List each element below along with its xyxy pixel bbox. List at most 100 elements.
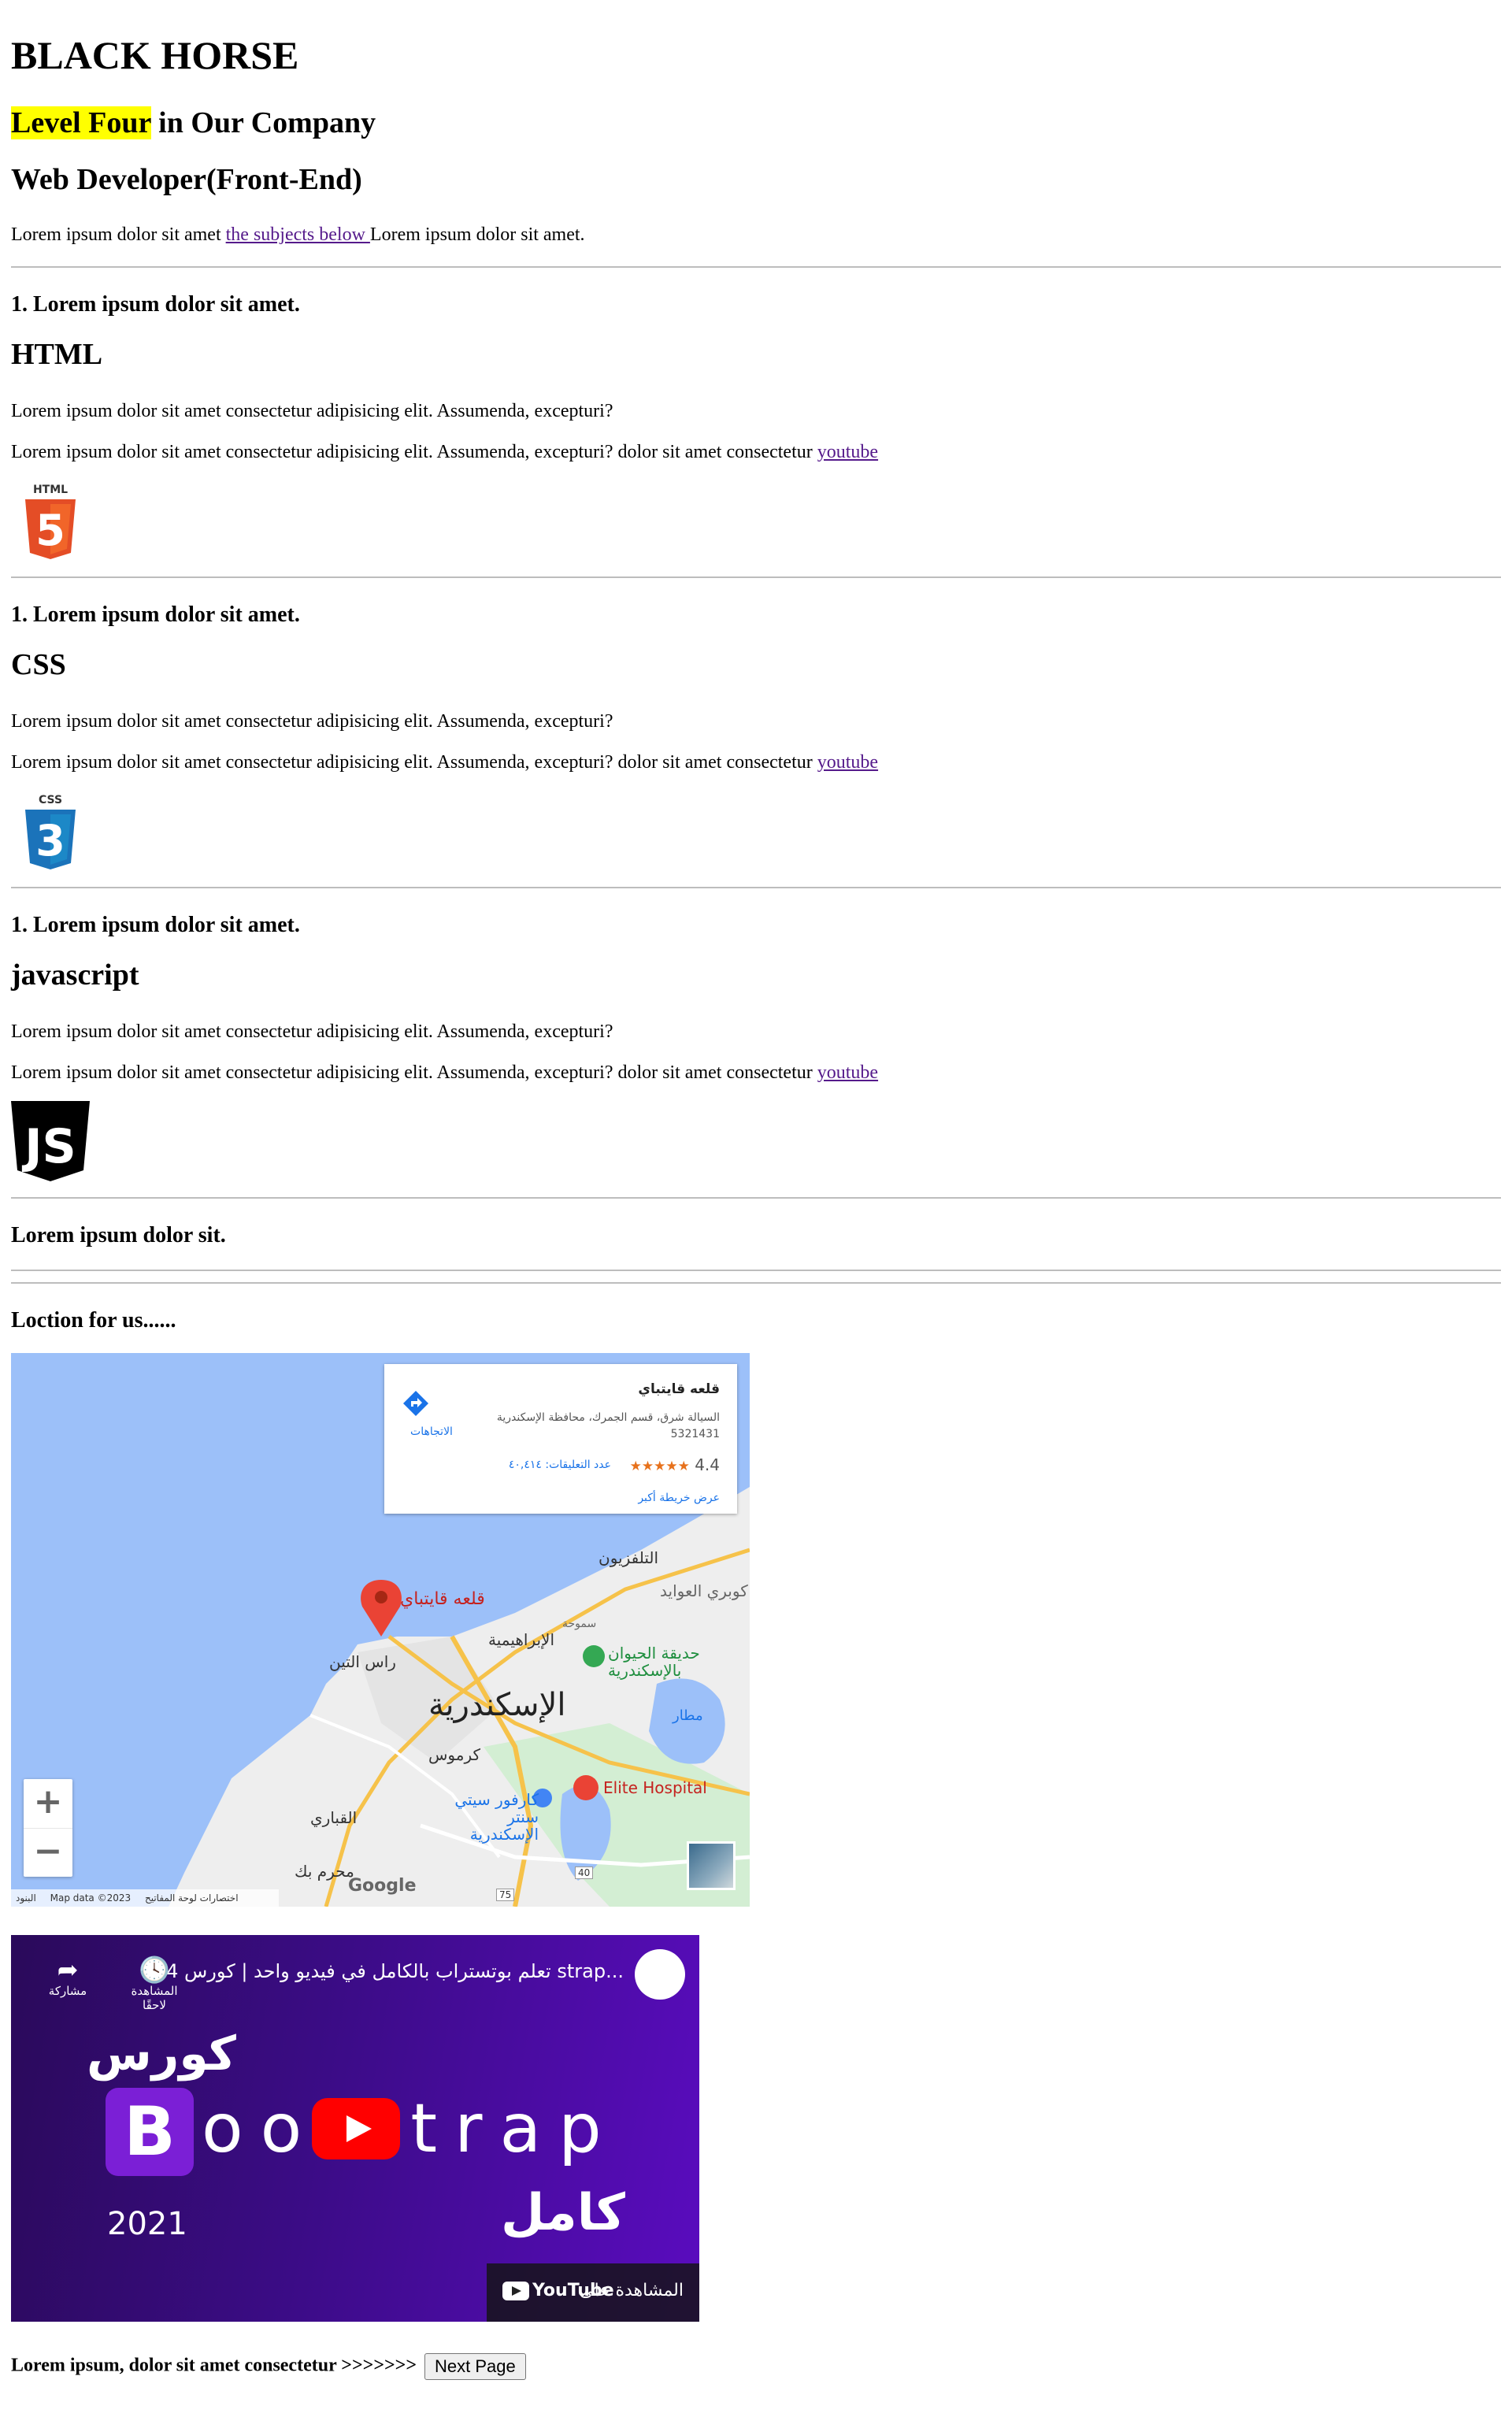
share-button[interactable]: ➦ مشاركة bbox=[36, 1955, 99, 1998]
watch-later-button[interactable]: 🕓 المشاهدة لاحقًا bbox=[123, 1955, 186, 2012]
level-rest: in Our Company bbox=[150, 106, 376, 139]
rating-stars-icon: ★★★★★ bbox=[629, 1459, 690, 1474]
youtube-video-embed[interactable]: تعلم بوتستراب بالكامل في فيديو واحد | كو… bbox=[11, 1935, 699, 2322]
clock-icon: 🕓 bbox=[139, 1955, 170, 1985]
map-label: الإبراهيمية bbox=[488, 1630, 555, 1649]
job-role: Web Developer(Front-End) bbox=[11, 163, 362, 196]
site-title: BLACK HORSE bbox=[11, 33, 299, 77]
watch-later-label: المشاهدة لاحقًا bbox=[131, 1984, 178, 2012]
map-label: التلفزيون bbox=[598, 1548, 659, 1567]
company-level: Level Four in Our Company bbox=[11, 106, 376, 142]
logo-caption: JS bbox=[21, 1119, 76, 1174]
video-title[interactable]: تعلم بوتستراب بالكامل في فيديو واحد | كو… bbox=[166, 1960, 624, 1982]
intro-paragraph: Lorem ipsum dolor sit amet the subjects … bbox=[11, 224, 585, 247]
map-label: سموحة bbox=[562, 1618, 597, 1630]
youtube-link[interactable]: youtube bbox=[817, 1062, 878, 1083]
section-title-html: HTML bbox=[11, 338, 103, 371]
javascript-logo-icon: JS bbox=[11, 1101, 90, 1181]
watch-on-label: المشاهدة على bbox=[579, 2281, 684, 2300]
logo-caption: HTML bbox=[33, 484, 68, 496]
level-highlight: Level Four bbox=[11, 106, 151, 139]
footer-text: Lorem ipsum, dolor sit amet consectetur … bbox=[11, 2355, 422, 2376]
section-paragraph-text: Lorem ipsum dolor sit amet consectetur a… bbox=[11, 1062, 817, 1083]
zoom-in-button[interactable]: + bbox=[24, 1779, 72, 1828]
footer-line: Lorem ipsum, dolor sit amet consectetur … bbox=[11, 2353, 526, 2380]
road-shield: 40 bbox=[575, 1867, 594, 1879]
location-heading: Loction for us...... bbox=[11, 1308, 176, 1333]
section-kicker: 1. Lorem ipsum dolor sit amet. bbox=[11, 913, 300, 937]
map-label: كارفور سيتي سنتر الإسكندرية bbox=[454, 1790, 539, 1844]
zoom-out-button[interactable]: − bbox=[24, 1828, 72, 1878]
section-paragraph: Lorem ipsum dolor sit amet consectetur a… bbox=[11, 751, 878, 774]
map-label: كرموس bbox=[428, 1745, 481, 1764]
section-paragraph-text: Lorem ipsum dolor sit amet consectetur a… bbox=[11, 752, 817, 773]
castle-location-pin[interactable] bbox=[361, 1580, 402, 1637]
google-map-embed[interactable]: الإسكندرية قلعه قايتباي راس التين الإبرا… bbox=[11, 1353, 750, 1907]
divider bbox=[11, 576, 1501, 578]
map-label: كوبري العوايد bbox=[660, 1581, 748, 1600]
intro-text-after: Lorem ipsum dolor sit amet. bbox=[369, 224, 585, 245]
section-title-css: CSS bbox=[11, 648, 66, 681]
thumbnail-year: 2021 bbox=[107, 2206, 187, 2242]
section-kicker: 1. Lorem ipsum dolor sit amet. bbox=[11, 602, 300, 627]
map-label: حديقة الحيوان بالإسكندرية bbox=[608, 1644, 700, 1680]
thumbnail-bootstrap-text: oo strap bbox=[202, 2089, 619, 2168]
play-button[interactable] bbox=[312, 2098, 400, 2159]
logo-number: 5 bbox=[35, 506, 65, 555]
intro-text-before: Lorem ipsum dolor sit amet bbox=[11, 224, 226, 245]
map-label: القباري bbox=[310, 1808, 358, 1827]
map-pin-label: قلعه قايتباي bbox=[400, 1589, 485, 1609]
divider bbox=[11, 266, 1501, 268]
directions-icon bbox=[403, 1391, 428, 1416]
section-paragraph: Lorem ipsum dolor sit amet consectetur a… bbox=[11, 401, 613, 421]
share-icon: ➦ bbox=[57, 1955, 79, 1985]
html5-logo-icon: HTML 5 bbox=[25, 484, 76, 559]
reviews-link[interactable]: عدد التعليقات: ٤٠,٤١٤ bbox=[509, 1459, 611, 1471]
divider bbox=[11, 887, 1501, 888]
channel-avatar[interactable] bbox=[635, 1949, 685, 2000]
map-city-label: الإسكندرية bbox=[428, 1687, 566, 1723]
subjects-link[interactable]: the subjects below bbox=[226, 224, 370, 245]
youtube-link[interactable]: youtube bbox=[817, 442, 878, 462]
next-page-button[interactable]: Next Page bbox=[424, 2353, 526, 2380]
divider bbox=[11, 1197, 1501, 1199]
logo-caption: CSS bbox=[39, 794, 62, 806]
bootstrap-logo-icon: B bbox=[106, 2088, 194, 2176]
section-paragraph: Lorem ipsum dolor sit amet consectetur a… bbox=[11, 1062, 878, 1084]
place-name: قلعه قايتباي bbox=[638, 1381, 720, 1397]
map-attribution: البنود Map data ©2023 اختصارات لوحة المف… bbox=[11, 1889, 279, 1907]
satellite-toggle-button[interactable] bbox=[687, 1841, 736, 1890]
extra-heading: Lorem ipsum dolor sit. bbox=[11, 1223, 226, 1247]
divider bbox=[11, 1270, 1501, 1271]
share-label: مشاركة bbox=[48, 1984, 87, 1998]
google-logo: Google bbox=[348, 1876, 417, 1896]
place-address: السيالة شرق، قسم الجمرك، محافظة الإسكندر… bbox=[496, 1411, 720, 1440]
map-label: محرم بك bbox=[295, 1862, 354, 1881]
divider bbox=[11, 1282, 1501, 1284]
zoo-marker-icon bbox=[583, 1645, 605, 1667]
logo-number: 3 bbox=[35, 816, 65, 866]
watch-on-youtube-button[interactable]: YouTube المشاهدة على bbox=[487, 2263, 699, 2322]
rating-value: 4.4 bbox=[695, 1455, 720, 1474]
section-paragraph: Lorem ipsum dolor sit amet consectetur a… bbox=[11, 711, 613, 732]
section-paragraph: Lorem ipsum dolor sit amet consectetur a… bbox=[11, 441, 878, 464]
keyboard-shortcuts-link[interactable]: اختصارات لوحة المفاتيح bbox=[145, 1892, 239, 1904]
view-larger-map-link[interactable]: عرض خريطة أكبر bbox=[638, 1492, 720, 1504]
terms-link[interactable]: البنود bbox=[16, 1892, 36, 1904]
place-info-card: قلعه قايتباي السيالة شرق، قسم الجمرك، مح… bbox=[384, 1364, 737, 1514]
map-label: Elite Hospital bbox=[603, 1778, 707, 1797]
directions-label: الاتجاهات bbox=[410, 1425, 453, 1438]
section-paragraph: Lorem ipsum dolor sit amet consectetur a… bbox=[11, 1021, 613, 1042]
section-paragraph-text: Lorem ipsum dolor sit amet consectetur a… bbox=[11, 442, 817, 462]
section-kicker: 1. Lorem ipsum dolor sit amet. bbox=[11, 292, 300, 317]
section-title-javascript: javascript bbox=[11, 958, 139, 992]
map-label: مطار bbox=[673, 1707, 703, 1724]
youtube-link[interactable]: youtube bbox=[817, 752, 878, 773]
map-data-credit: Map data ©2023 bbox=[50, 1892, 132, 1904]
map-zoom-control: + − bbox=[24, 1779, 72, 1877]
place-rating: ★★★★★ 4.4 bbox=[630, 1455, 720, 1474]
thumbnail-complete-text: كامل bbox=[501, 2184, 625, 2242]
thumbnail-course-text: كورس bbox=[87, 2026, 236, 2082]
hospital-marker-icon bbox=[573, 1775, 598, 1800]
road-shield: 75 bbox=[496, 1889, 515, 1901]
